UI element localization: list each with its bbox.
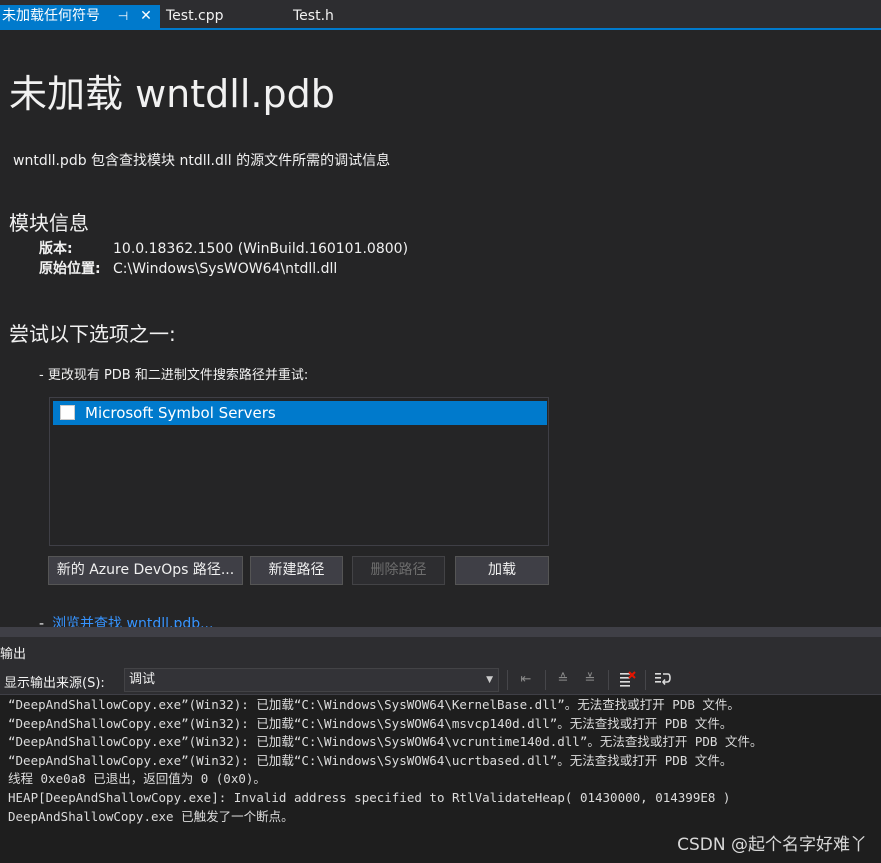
word-wrap-icon[interactable] <box>653 670 673 690</box>
output-panel-title: 输出 <box>0 647 27 662</box>
clear-all-icon[interactable] <box>617 670 637 690</box>
output-line: DeepAndShallowCopy.exe 已触发了一个断点。 <box>8 808 294 824</box>
find-message-icon[interactable]: ⇤ <box>516 670 536 690</box>
options-heading: 尝试以下选项之一: <box>9 322 176 346</box>
no-symbols-document: 未加载 wntdll.pdb wntdll.pdb 包含查找模块 ntdll.d… <box>0 30 881 627</box>
output-line: “DeepAndShallowCopy.exe”(Win32): 已加载“C:\… <box>8 752 733 768</box>
panel-splitter[interactable] <box>0 627 881 637</box>
output-line: “DeepAndShallowCopy.exe”(Win32): 已加载“C:\… <box>8 734 763 750</box>
page-description: wntdll.pdb 包含查找模块 ntdll.dll 的源文件所需的调试信息 <box>13 153 391 169</box>
tab-label: Test.cpp <box>166 8 224 24</box>
output-line: 线程 0xe0a8 已退出，返回值为 0 (0x0)。 <box>8 771 266 787</box>
symbol-server-checkbox[interactable] <box>60 405 75 420</box>
output-source-label: 显示输出来源(S): <box>4 676 105 691</box>
location-value: C:\Windows\SysWOW64\ntdll.dll <box>113 261 338 277</box>
output-source-value: 调试 <box>129 672 156 687</box>
tab-test-cpp[interactable]: Test.cpp <box>166 5 224 28</box>
browse-link[interactable]: 浏览并查找 wntdll.pdb... <box>52 616 213 627</box>
symbol-path-list[interactable]: Microsoft Symbol Servers <box>49 397 549 546</box>
browse-dash: - <box>39 616 45 627</box>
watermark: CSDN @起个名字好难丫 <box>677 835 867 855</box>
list-item-label: Microsoft Symbol Servers <box>85 404 276 422</box>
version-key: 版本: <box>39 241 73 257</box>
toolbar-separator <box>545 670 546 690</box>
tab-label: Test.h <box>293 8 334 24</box>
new-path-button[interactable]: 新建路径 <box>250 556 343 585</box>
location-key: 原始位置: <box>39 261 101 277</box>
output-line: “DeepAndShallowCopy.exe”(Win32): 已加载“C:\… <box>8 697 740 712</box>
document-tab-bar: 未加载任何符号 ⊣ ✕ Test.cpp Test.h <box>0 0 881 30</box>
previous-message-icon[interactable]: ≙ <box>553 670 573 690</box>
toolbar-separator <box>507 670 508 690</box>
change-search-path-text: - 更改现有 PDB 和二进制文件搜索路径并重试: <box>39 368 309 383</box>
output-toolbar: 显示输出来源(S): 调试 ▼ ⇤ ≙ ≚ <box>0 665 881 695</box>
close-icon[interactable]: ✕ <box>139 5 153 28</box>
output-line: HEAP[DeepAndShallowCopy.exe]: Invalid ad… <box>8 789 731 805</box>
output-source-select[interactable]: 调试 ▼ <box>124 668 499 692</box>
output-panel-header: 输出 <box>0 637 881 665</box>
chevron-down-icon: ▼ <box>486 675 493 685</box>
browse-row: - 浏览并查找 wntdll.pdb... <box>39 613 213 627</box>
tab-label: 未加载任何符号 <box>2 8 100 24</box>
list-item[interactable]: Microsoft Symbol Servers <box>53 401 547 425</box>
new-azure-devops-path-button[interactable]: 新的 Azure DevOps 路径... <box>48 556 243 585</box>
load-button[interactable]: 加载 <box>455 556 549 585</box>
tab-test-h[interactable]: Test.h <box>293 5 334 28</box>
delete-path-button[interactable]: 删除路径 <box>352 556 445 585</box>
page-title: 未加载 wntdll.pdb <box>9 72 335 116</box>
toolbar-separator <box>608 670 609 690</box>
location-row: 原始位置: C:\Windows\SysWOW64\ntdll.dll <box>39 258 337 278</box>
pin-icon[interactable]: ⊣ <box>116 5 130 28</box>
output-line: “DeepAndShallowCopy.exe”(Win32): 已加载“C:\… <box>8 715 733 731</box>
version-row: 版本: 10.0.18362.1500 (WinBuild.160101.0800… <box>39 238 408 258</box>
version-value: 10.0.18362.1500 (WinBuild.160101.0800) <box>113 241 409 257</box>
tab-no-symbols[interactable]: 未加载任何符号 ⊣ ✕ <box>0 5 160 30</box>
module-info-heading: 模块信息 <box>9 211 89 235</box>
next-message-icon[interactable]: ≚ <box>580 670 600 690</box>
toolbar-separator <box>645 670 646 690</box>
